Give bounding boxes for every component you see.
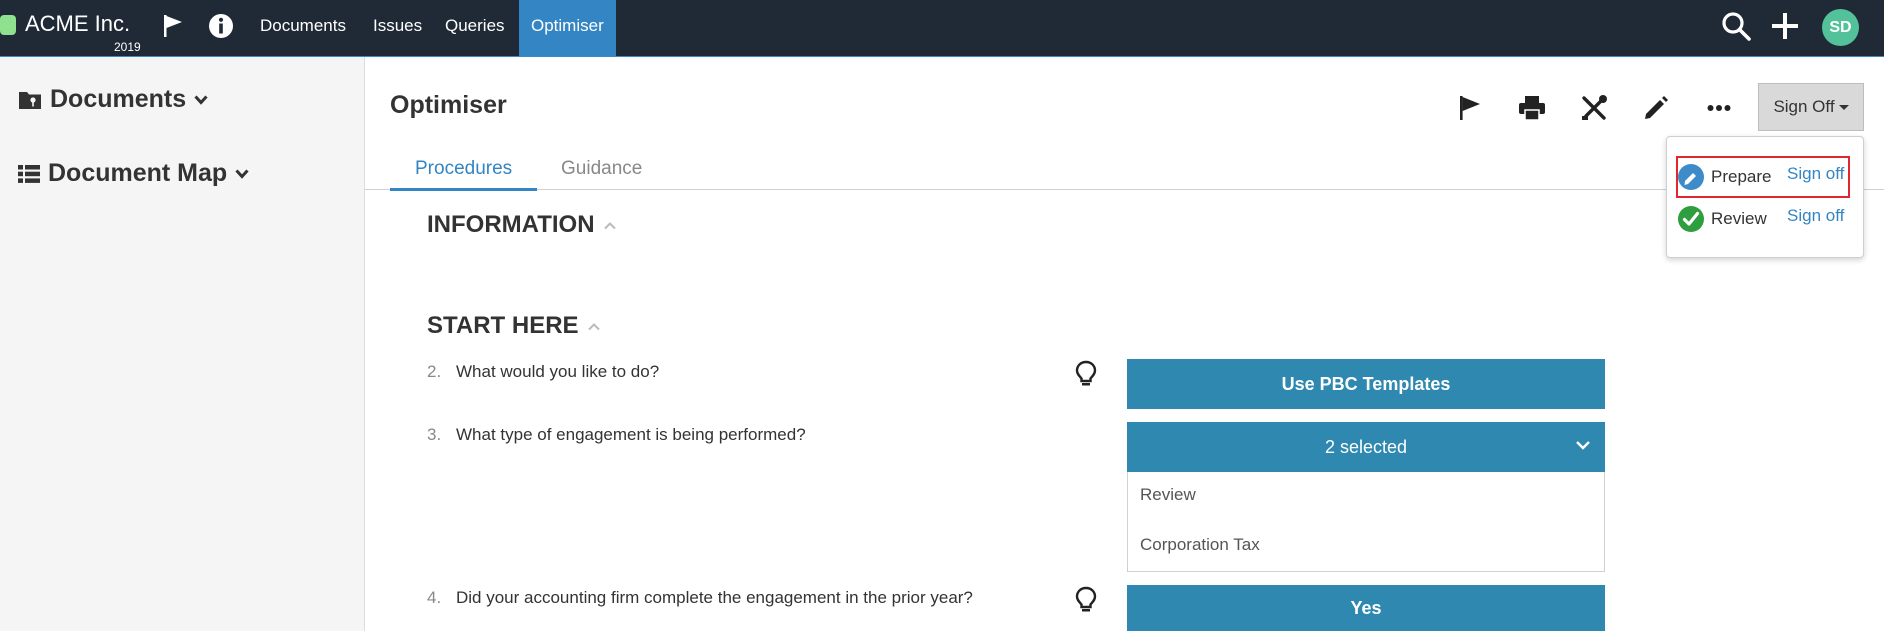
tools-icon[interactable]: [1578, 92, 1610, 124]
nav-link-issues[interactable]: Issues: [361, 0, 434, 56]
sign-off-button[interactable]: Sign Off: [1758, 83, 1864, 131]
flag-icon[interactable]: [1454, 92, 1486, 124]
answer-button-use-pbc-templates[interactable]: Use PBC Templates: [1127, 359, 1605, 409]
question-number: 4.: [427, 588, 442, 607]
page-title: Optimiser: [390, 91, 507, 119]
list-item[interactable]: Review: [1140, 485, 1196, 505]
question-text: What type of engagement is being perform…: [456, 425, 806, 444]
pencil-icon[interactable]: [1640, 92, 1672, 124]
chevron-down-icon: [235, 168, 249, 179]
info-icon[interactable]: [207, 12, 235, 40]
list-icon: [18, 164, 40, 183]
question-number: 3.: [427, 425, 442, 444]
select-value: 2 selected: [1324, 436, 1408, 457]
sign-off-label: Sign Off: [1773, 97, 1835, 116]
chevron-down-icon: [1576, 441, 1590, 450]
top-nav-bar: ACME Inc. 2019 Documents Issues Queries …: [0, 0, 1884, 57]
chevron-up-icon: [587, 322, 600, 330]
brand-name[interactable]: ACME Inc.: [25, 11, 130, 37]
lightbulb-icon[interactable]: [1075, 586, 1101, 616]
sidebar-item-label: Documents: [50, 85, 187, 113]
chevron-up-icon: [603, 221, 616, 229]
sidebar-item-documents[interactable]: Documents: [18, 85, 208, 114]
list-item[interactable]: Corporation Tax: [1140, 535, 1260, 555]
caret-down-icon: [1838, 104, 1849, 110]
dropdown-role-label: Review: [1711, 209, 1767, 228]
tab-bar: Procedures Guidance: [365, 150, 1884, 191]
nav-link-optimiser[interactable]: Optimiser: [519, 0, 616, 56]
tab-procedures[interactable]: Procedures: [390, 158, 538, 191]
brand-year: 2019: [114, 40, 141, 54]
section-title: INFORMATION: [427, 211, 595, 238]
section-title: START HERE: [427, 312, 579, 339]
answer-button-yes[interactable]: Yes: [1127, 585, 1605, 631]
more-icon[interactable]: [1703, 92, 1735, 124]
highlight-box: [1676, 156, 1850, 198]
sidebar-item-document-map[interactable]: Document Map: [18, 159, 249, 188]
check-circle-icon: [1678, 206, 1704, 232]
section-start-here[interactable]: START HERE: [427, 312, 601, 340]
question-text: What would you like to do?: [456, 362, 660, 381]
avatar[interactable]: SD: [1822, 9, 1859, 46]
question-number: 2.: [427, 362, 442, 381]
engagement-type-select[interactable]: 2 selected: [1127, 422, 1605, 472]
section-information[interactable]: INFORMATION: [427, 211, 617, 239]
question-text: Did your accounting firm complete the en…: [456, 588, 973, 607]
chevron-down-icon: [194, 94, 208, 105]
sidebar-item-label: Document Map: [48, 159, 228, 187]
nav-link-documents[interactable]: Documents: [248, 0, 358, 56]
plus-icon[interactable]: [1769, 10, 1801, 42]
tab-guidance[interactable]: Guidance: [536, 158, 667, 188]
review-sign-off-link[interactable]: Sign off: [1787, 206, 1844, 226]
dropdown-row-review: Review: [1677, 205, 1767, 233]
search-icon[interactable]: [1720, 10, 1752, 42]
lightbulb-icon[interactable]: [1075, 360, 1101, 390]
brand-logo: [0, 15, 16, 35]
sidebar: Documents Document Map: [0, 57, 365, 631]
print-icon[interactable]: [1516, 92, 1548, 124]
flag-icon[interactable]: [159, 12, 187, 40]
selected-options-list: Review Corporation Tax: [1127, 472, 1605, 572]
folder-pin-icon: [19, 91, 41, 109]
nav-link-queries[interactable]: Queries: [433, 0, 517, 56]
